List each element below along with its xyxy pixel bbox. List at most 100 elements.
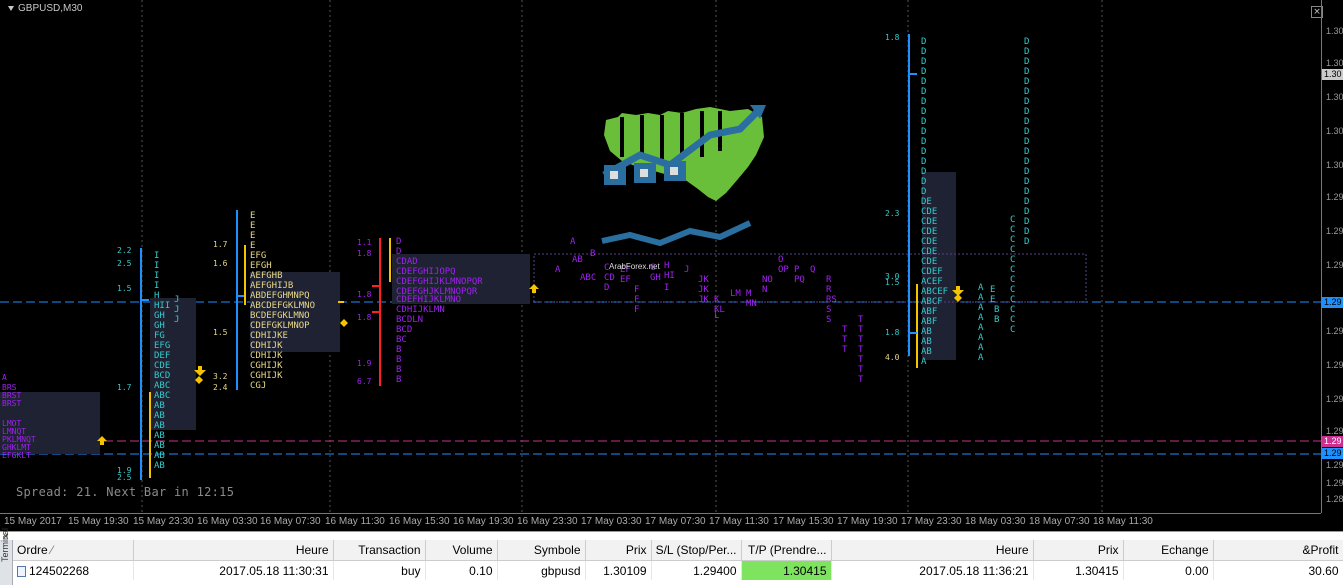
svg-text:1.7: 1.7 (213, 240, 228, 249)
svg-text:C: C (1010, 325, 1015, 335)
bid-price-tag: 1.29 (1322, 297, 1343, 308)
svg-text:BCDEFGKLMNO: BCDEFGKLMNO (250, 311, 310, 321)
svg-text:2.5: 2.5 (117, 259, 132, 268)
column-header-open-time[interactable]: Heure (133, 540, 334, 561)
svg-text:CDEF: CDEF (921, 267, 943, 277)
svg-text:AB: AB (154, 421, 165, 431)
alert-price-tag: 1.29 (1322, 436, 1343, 447)
svg-text:E: E (990, 295, 995, 305)
svg-text:C: C (1010, 225, 1015, 235)
svg-text:B: B (396, 345, 401, 355)
svg-text:ABDEFGHMNPQ: ABDEFGHMNPQ (250, 291, 310, 301)
svg-text:2.2: 2.2 (117, 246, 132, 255)
up-arrow-icon (529, 284, 539, 293)
column-header-symbol[interactable]: Symbole (497, 540, 586, 561)
svg-text:C: C (1010, 295, 1015, 305)
svg-text:F: F (634, 285, 639, 295)
time-axis[interactable]: 15 May 2017 15 May 19:30 15 May 23:30 16… (0, 513, 1321, 532)
svg-text:D: D (1024, 97, 1029, 107)
svg-text:CDEFHIJKLMNO: CDEFHIJKLMNO (396, 295, 461, 305)
svg-text:D: D (921, 107, 926, 117)
svg-text:D: D (1024, 107, 1029, 117)
column-header-tp[interactable]: T/P (Prendre... (741, 540, 832, 561)
svg-text:2.5: 2.5 (117, 473, 132, 482)
svg-text:AB: AB (572, 255, 583, 265)
time-label: 17 May 23:30 (901, 516, 962, 527)
tp-cell[interactable]: 1.30415 (741, 560, 832, 580)
symbol-cell: gbpusd (497, 560, 586, 580)
svg-text:D: D (921, 147, 926, 157)
svg-text:A: A (555, 265, 561, 275)
svg-text:1.7: 1.7 (117, 383, 132, 392)
time-label: 16 May 19:30 (453, 516, 514, 527)
svg-text:T: T (858, 345, 864, 355)
svg-text:CDHIJK: CDHIJK (250, 341, 283, 351)
column-header-profit[interactable]: &Profit (1213, 540, 1343, 561)
svg-text:E: E (250, 211, 255, 221)
svg-text:1.5: 1.5 (885, 278, 900, 287)
svg-text:1.1: 1.1 (357, 238, 372, 247)
svg-text:NO: NO (762, 275, 773, 285)
column-header-type[interactable]: Transaction (333, 540, 426, 561)
chevron-down-icon[interactable] (8, 5, 14, 11)
table-row[interactable]: 124502268 2017.05.18 11:30:31 buy 0.10 g… (13, 560, 1343, 580)
svg-text:JK: JK (698, 295, 709, 305)
svg-text:DEF: DEF (154, 351, 170, 361)
svg-text:HI: HI (664, 271, 675, 281)
svg-text:A: A (978, 293, 984, 303)
svg-text:J: J (174, 305, 179, 315)
terminal-side-tab[interactable]: Terminal (0, 528, 13, 585)
svg-text:3.2: 3.2 (213, 372, 228, 381)
svg-text:CDE: CDE (154, 361, 170, 371)
svg-text:D: D (1024, 87, 1029, 97)
column-header-price[interactable]: Prix (585, 540, 652, 561)
column-header-current-price[interactable]: Prix (1033, 540, 1124, 561)
svg-text:EFG: EFG (250, 251, 266, 261)
svg-text:AB: AB (154, 461, 165, 471)
svg-text:D: D (1024, 77, 1029, 87)
svg-text:I: I (664, 283, 669, 293)
price-tick: 1.29 (1326, 426, 1343, 436)
price-tick: 1.30 (1326, 58, 1343, 68)
svg-text:ABC: ABC (154, 391, 170, 401)
time-label: 17 May 19:30 (837, 516, 898, 527)
price-tick: 1.30 (1326, 26, 1343, 36)
order-cell[interactable]: 124502268 (13, 560, 134, 580)
svg-text:B: B (396, 355, 401, 365)
time-label: 18 May 07:30 (1029, 516, 1090, 527)
svg-text:ABC: ABC (580, 273, 596, 283)
open-price-cell: 1.30109 (585, 560, 652, 580)
time-label: 15 May 2017 (4, 516, 62, 527)
svg-text:H: H (154, 291, 159, 301)
column-header-order[interactable]: Ordre ⁄ (13, 540, 134, 561)
svg-text:K: K (714, 295, 720, 305)
column-header-volume[interactable]: Volume (425, 540, 498, 561)
svg-text:4.0: 4.0 (885, 353, 900, 362)
svg-text:CDHIJK: CDHIJK (250, 351, 283, 361)
price-chart[interactable]: A BRS BRST BRST LMOT LMNQT PKLMNQT GHKLMT EFGKL… (0, 0, 1343, 531)
svg-text:ABCDEFGKLMNO: ABCDEFGKLMNO (250, 301, 315, 311)
svg-text:CGHIJK: CGHIJK (250, 371, 283, 381)
chart-title: GBPUSD,M30 (8, 3, 82, 14)
sl-cell[interactable]: 1.29400 (651, 560, 742, 580)
column-header-swap[interactable]: Echange (1123, 540, 1214, 561)
svg-text:EF: EF (620, 275, 631, 285)
svg-text:T: T (858, 315, 864, 325)
column-header-close-time[interactable]: Heure (831, 540, 1034, 561)
time-label: 17 May 11:30 (709, 516, 769, 527)
svg-text:BC: BC (396, 335, 407, 345)
diamond-icon (340, 319, 348, 327)
stop-price-tag: 1.29 (1322, 448, 1343, 459)
svg-text:E: E (250, 221, 255, 231)
svg-text:D: D (921, 37, 926, 47)
svg-text:D: D (1024, 157, 1029, 167)
svg-text:T: T (842, 335, 848, 345)
svg-text:CDEFGHIJKLMNOPQR: CDEFGHIJKLMNOPQR (396, 277, 483, 287)
price-tick: 1.28 (1326, 494, 1343, 504)
column-header-sl[interactable]: S/L (Stop/Per... (651, 540, 742, 561)
svg-text:1.5: 1.5 (117, 284, 132, 293)
svg-text:N: N (762, 285, 767, 295)
svg-text:Q: Q (810, 265, 815, 275)
chart-canvas[interactable]: ABRSBRSTBRST LMOTLMNQTPKLMNQTGHKLMTEFGKL… (0, 0, 1321, 513)
svg-text:AEFGHIJB: AEFGHIJB (250, 281, 293, 291)
